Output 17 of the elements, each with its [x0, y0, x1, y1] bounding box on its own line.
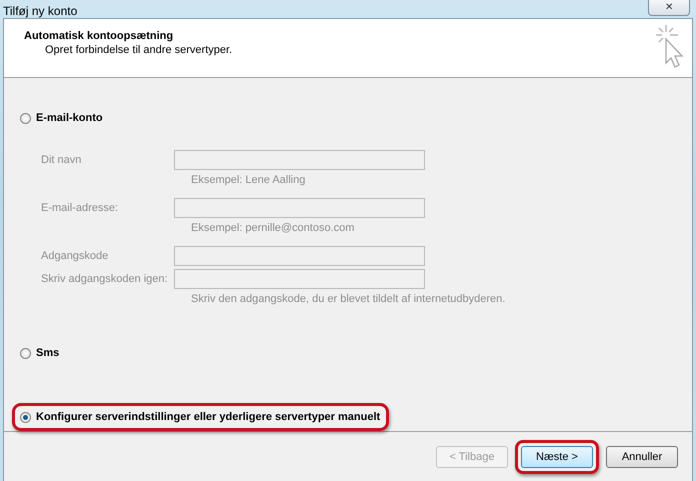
- header-subtitle: Opret forbindelse til andre servertyper.: [45, 44, 232, 56]
- dialog-button[interactable]: Næste >: [521, 446, 593, 468]
- cursor-sparkle-icon: [654, 23, 684, 69]
- field-hint: Eksempel: pernille@contoso.com: [191, 222, 356, 234]
- dialog-button[interactable]: Annuller: [606, 446, 678, 468]
- field-label: E-mail-adresse:: [41, 202, 120, 214]
- close-button[interactable]: ✕: [648, 0, 690, 16]
- field-label: Dit navn: [41, 154, 82, 166]
- field-hint: Skriv den adgangskode, du er blevet tildelt af internetudbyderen.: [191, 293, 506, 305]
- radio-option[interactable]: Sms: [12, 339, 68, 367]
- radio-option[interactable]: Konfigurer serverindstillinger eller yderligere servertyper manuelt: [12, 403, 390, 431]
- window-title: Tilføj ny konto: [3, 4, 78, 18]
- header-title: Automatisk kontoopsætning: [24, 30, 174, 42]
- radio-option[interactable]: E-mail-konto: [12, 104, 112, 132]
- field-hint: Eksempel: Lene Aalling: [191, 174, 306, 186]
- field-label: Adgangskode: [41, 250, 110, 262]
- field-label: Skriv adgangskoden igen:: [41, 273, 169, 285]
